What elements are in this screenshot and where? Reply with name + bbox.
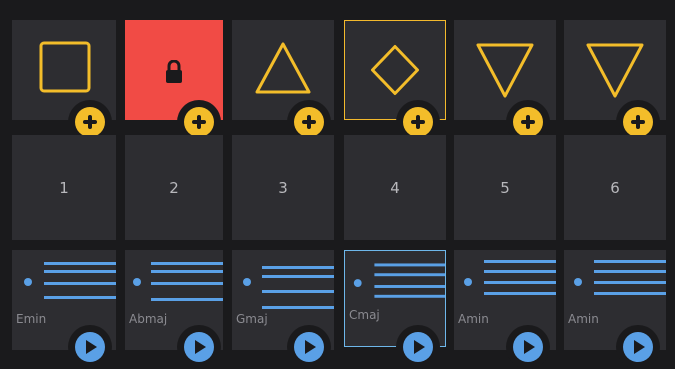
play-icon <box>513 332 543 362</box>
plus-icon <box>184 107 214 137</box>
plus-icon <box>513 107 543 137</box>
play-icon <box>403 332 433 362</box>
plus-icon <box>403 107 433 137</box>
chord-lines-icon <box>24 262 116 299</box>
chord-name: Cmaj <box>349 308 380 322</box>
play-button-1[interactable] <box>68 325 112 369</box>
play-button-3[interactable] <box>287 325 331 369</box>
chord-name: Amin <box>458 312 489 326</box>
step-number: 1 <box>59 178 69 197</box>
chord-lines-icon <box>574 260 666 295</box>
play-icon <box>294 332 324 362</box>
play-button-2[interactable] <box>177 325 221 369</box>
step-number: 2 <box>169 178 179 197</box>
play-button-4[interactable] <box>396 325 440 369</box>
step-number: 5 <box>500 178 510 197</box>
step-number: 6 <box>610 178 620 197</box>
lock-icon <box>166 60 182 83</box>
play-button-6[interactable] <box>616 325 660 369</box>
plus-icon <box>294 107 324 137</box>
chord-lines-icon <box>133 262 223 301</box>
chord-name: Gmaj <box>236 312 268 326</box>
step-sequencer-grid: 1 Emin 2 Abmaj 3 Gmaj 4 Cmaj 5 Amin 6 Am… <box>0 0 675 369</box>
play-icon <box>75 332 105 362</box>
step-cell-3[interactable]: 3 <box>232 135 334 240</box>
plus-icon <box>75 107 105 137</box>
play-icon <box>623 332 653 362</box>
chord-name: Amin <box>568 312 599 326</box>
step-number: 4 <box>390 178 400 197</box>
step-cell-2[interactable]: 2 <box>125 135 223 240</box>
play-icon <box>184 332 214 362</box>
step-cell-6[interactable]: 6 <box>564 135 666 240</box>
play-button-5[interactable] <box>506 325 550 369</box>
step-cell-1[interactable]: 1 <box>12 135 116 240</box>
chord-lines-icon <box>243 266 334 309</box>
step-cell-5[interactable]: 5 <box>454 135 556 240</box>
step-cell-4[interactable]: 4 <box>344 135 446 240</box>
chord-name: Emin <box>16 312 47 326</box>
step-number: 3 <box>278 178 288 197</box>
plus-icon <box>623 107 653 137</box>
chord-name: Abmaj <box>129 312 168 326</box>
chord-lines-icon <box>464 260 556 295</box>
